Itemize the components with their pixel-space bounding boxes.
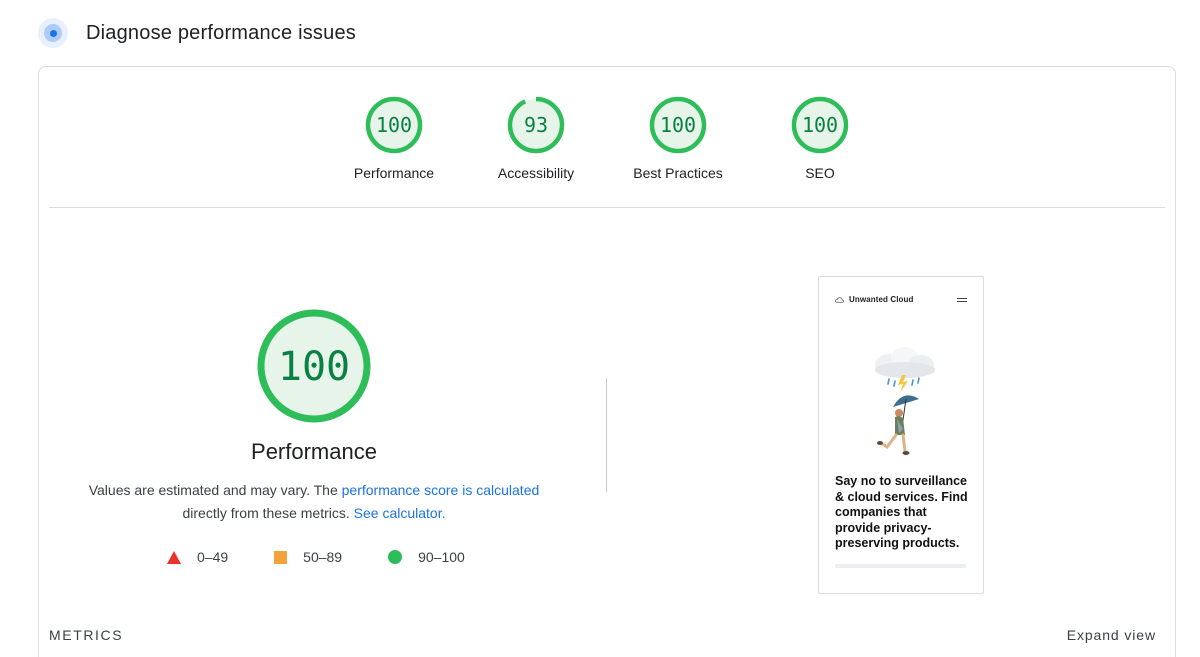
gauge-label: Accessibility [497, 165, 575, 181]
legend-pass: 90–100 [388, 549, 465, 565]
gauge-score: 100 [802, 113, 838, 137]
score-ring-icon: 100 [257, 309, 371, 423]
cloud-logo-icon [835, 296, 844, 303]
performance-score-link[interactable]: performance score is calculated [342, 482, 540, 498]
gauge-score: 100 [660, 113, 696, 137]
gauge-score: 93 [524, 113, 548, 137]
page-screenshot[interactable]: Unwanted Cloud Say no to surveillance & … [818, 276, 984, 594]
page-title: Diagnose performance issues [86, 21, 356, 44]
legend-range: 50–89 [303, 549, 343, 565]
performance-score: 100 [278, 344, 350, 390]
report-card: 100 Performance 93 Accessibility 100 Bes… [38, 66, 1176, 657]
gauge-label: Best Practices [633, 165, 723, 181]
gauge-best-practices[interactable]: 100 Best Practices [607, 95, 749, 181]
desc-text: Values are estimated and may vary. The [88, 482, 342, 498]
screenshot-brand: Unwanted Cloud [849, 295, 914, 304]
performance-main-gauge: 100 [255, 307, 373, 430]
legend-range: 90–100 [418, 549, 465, 565]
orange-square-icon [274, 550, 288, 564]
score-ring-icon: 100 [791, 96, 849, 154]
gauge-label: SEO [805, 165, 835, 181]
vertical-separator [606, 378, 607, 492]
hamburger-menu-icon [957, 296, 967, 304]
score-ring-icon: 100 [365, 96, 423, 154]
red-triangle-icon [167, 550, 181, 564]
gauge-seo[interactable]: 100 SEO [749, 95, 891, 181]
expand-view-button[interactable]: Expand view [1067, 627, 1156, 643]
screenshot-header: Unwanted Cloud [835, 295, 967, 304]
metrics-heading: METRICS [49, 627, 124, 643]
storm-cloud-person-illustration [875, 347, 935, 455]
gauge-performance[interactable]: 100 Performance [323, 95, 465, 181]
category-gauges: 100 Performance 93 Accessibility 100 Bes… [39, 95, 1175, 181]
gauge-label: Performance [353, 165, 435, 181]
see-calculator-link[interactable]: See calculator. [354, 505, 446, 521]
screenshot-headline: Say no to surveillance & cloud services.… [835, 474, 968, 550]
gauge-score: 100 [376, 113, 412, 137]
performance-title: Performance [251, 439, 377, 464]
score-ring-icon: 100 [649, 96, 707, 154]
score-ring-icon: 93 [507, 96, 565, 154]
section-divider [49, 207, 1165, 208]
screenshot-footer-bar [835, 564, 966, 568]
green-circle-icon [388, 550, 403, 564]
page-header: Diagnose performance issues [38, 17, 356, 49]
lighthouse-target-icon [38, 18, 68, 48]
performance-description: Values are estimated and may vary. The p… [79, 479, 549, 525]
gauge-accessibility[interactable]: 93 Accessibility [465, 95, 607, 181]
legend-average: 50–89 [274, 549, 342, 565]
desc-text: directly from these metrics. [182, 505, 354, 521]
score-legend: 0–49 50–89 90–100 [167, 549, 511, 565]
legend-range: 0–49 [197, 549, 229, 565]
legend-fail: 0–49 [167, 549, 228, 565]
